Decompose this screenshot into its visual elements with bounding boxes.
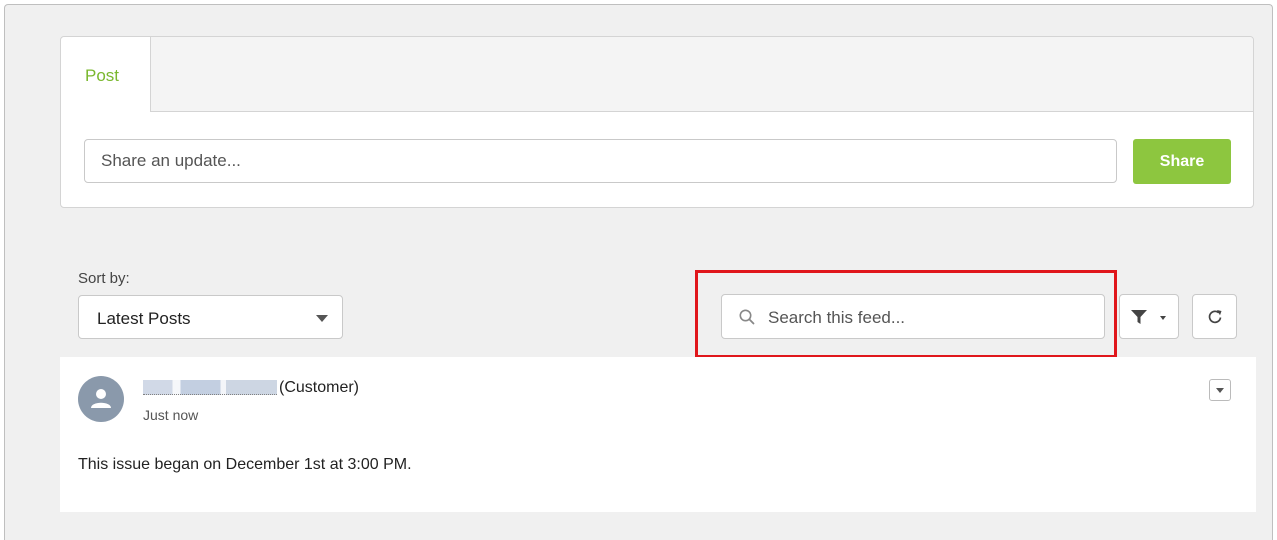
sort-select[interactable]: Latest Posts (78, 295, 343, 339)
search-input[interactable] (766, 295, 1090, 340)
share-button[interactable]: Share (1133, 139, 1231, 184)
feed-search-field[interactable] (721, 294, 1105, 340)
filter-icon (1130, 309, 1148, 330)
filter-button[interactable] (1119, 294, 1179, 339)
feed-item: (Customer) Just now This issue began on … (60, 357, 1256, 512)
post-timestamp[interactable]: Just now (143, 407, 198, 423)
publisher-panel: Post Share (60, 36, 1254, 208)
sort-selected-value: Latest Posts (97, 309, 191, 328)
avatar[interactable] (78, 376, 124, 422)
refresh-button[interactable] (1192, 294, 1237, 339)
refresh-icon (1208, 310, 1222, 324)
chevron-down-icon (316, 315, 328, 322)
chevron-down-icon (1160, 316, 1166, 320)
post-actions-menu[interactable] (1209, 379, 1231, 401)
search-icon (738, 308, 756, 326)
author-name-redacted[interactable] (143, 380, 277, 396)
user-icon (91, 389, 111, 408)
post-body: This issue began on December 1st at 3:00… (78, 456, 412, 473)
post-author: (Customer) (143, 379, 359, 397)
chevron-down-icon (1216, 388, 1224, 393)
tab-post[interactable]: Post (61, 37, 151, 112)
publisher-tab-bar: Post (61, 37, 1253, 112)
tab-post-label: Post (85, 66, 120, 85)
sort-by-label: Sort by: (78, 270, 130, 287)
author-role: (Customer) (279, 379, 360, 396)
share-update-input[interactable] (84, 139, 1117, 183)
